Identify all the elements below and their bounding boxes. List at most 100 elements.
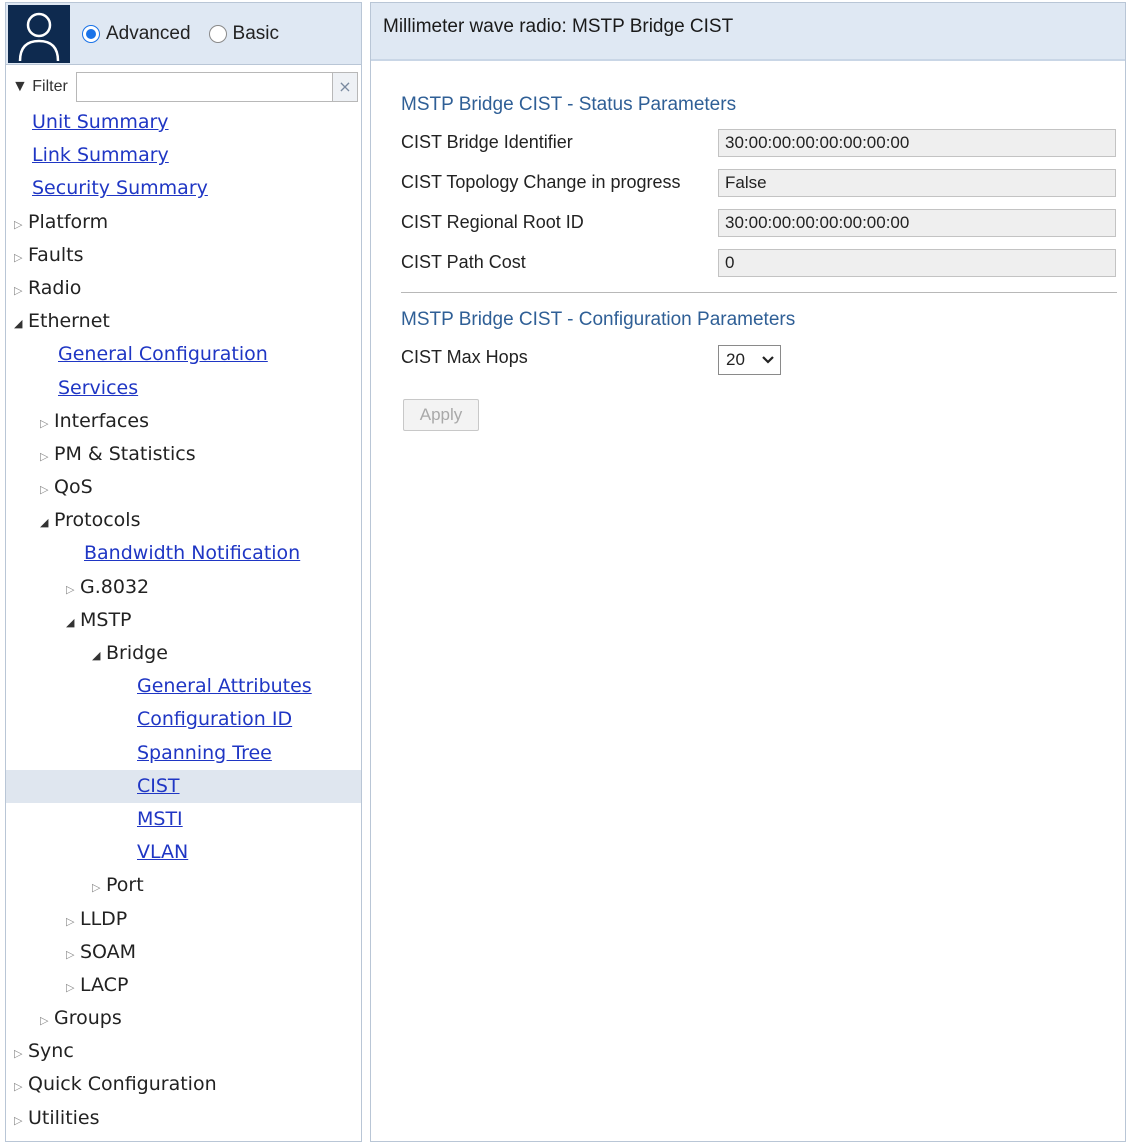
config-section-title: MSTP Bridge CIST - Configuration Paramet… xyxy=(401,309,796,330)
tree-node-pm-statistics[interactable]: ▷ PM & Statistics xyxy=(6,438,361,471)
tree-node-label: G.8032 xyxy=(80,575,150,598)
tree-node-vlan[interactable]: VLAN xyxy=(6,836,361,869)
navigation-tree: Unit Summary Link Summary Security Summary… xyxy=(6,106,361,1135)
tree-node-port[interactable]: ▷ Port xyxy=(6,869,361,902)
tree-node-protocols[interactable]: ◢ Protocols xyxy=(6,504,361,537)
tree-node-unit-summary[interactable]: Unit Summary xyxy=(6,106,361,139)
collapsed-triangle-icon[interactable]: ▷ xyxy=(14,208,28,241)
tree-link-label[interactable]: Services xyxy=(58,377,138,399)
tree-link-label[interactable]: Spanning Tree xyxy=(137,742,272,764)
collapsed-triangle-icon[interactable]: ▷ xyxy=(40,1004,54,1037)
collapsed-triangle-icon[interactable]: ▷ xyxy=(14,1037,28,1070)
expanded-triangle-icon[interactable]: ◢ xyxy=(92,639,106,672)
expanded-triangle-icon[interactable]: ◢ xyxy=(14,307,28,340)
filter-bar: ▼ Filter × xyxy=(6,70,361,104)
tree-node-label: Port xyxy=(106,874,144,897)
tree-node-qos[interactable]: ▷ QoS xyxy=(6,471,361,504)
collapsed-triangle-icon[interactable]: ▷ xyxy=(40,407,54,440)
tree-link-label[interactable]: MSTI xyxy=(137,808,183,830)
tree-node-label: Protocols xyxy=(54,509,141,532)
tree-node-lacp[interactable]: ▷ LACP xyxy=(6,969,361,1002)
tree-node-platform[interactable]: ▷ Platform xyxy=(6,206,361,239)
expanded-triangle-icon[interactable]: ◢ xyxy=(40,506,54,539)
tree-link-label[interactable]: Bandwidth Notification xyxy=(84,542,300,564)
tree-node-general-attributes[interactable]: General Attributes xyxy=(6,670,361,703)
tree-node-label: Quick Configuration xyxy=(28,1073,217,1096)
collapsed-triangle-icon[interactable]: ▷ xyxy=(92,871,106,904)
collapsed-triangle-icon[interactable]: ▷ xyxy=(14,1104,28,1137)
tree-link-label[interactable]: General Configuration xyxy=(58,343,268,365)
tree-node-ethernet[interactable]: ◢ Ethernet xyxy=(6,305,361,338)
tree-node-soam[interactable]: ▷ SOAM xyxy=(6,936,361,969)
tree-node-configuration-id[interactable]: Configuration ID xyxy=(6,703,361,736)
tree-node-label: PM & Statistics xyxy=(54,442,196,465)
expanded-triangle-icon[interactable]: ◢ xyxy=(66,606,80,639)
basic-radio[interactable] xyxy=(208,25,227,43)
tree-link-label[interactable]: General Attributes xyxy=(137,675,312,697)
content-pane: Millimeter wave radio: MSTP Bridge CIST … xyxy=(370,2,1126,1142)
collapsed-triangle-icon[interactable]: ▷ xyxy=(66,971,80,1004)
regional-root-id-field: 30:00:00:00:00:00:00:00 xyxy=(718,209,1116,237)
max-hops-select[interactable]: 20 xyxy=(718,345,781,375)
collapsed-triangle-icon[interactable]: ▷ xyxy=(14,1070,28,1103)
clear-icon[interactable]: × xyxy=(332,72,358,102)
max-hops-value: 20 xyxy=(726,350,745,369)
nav-top-bar: Advanced Basic xyxy=(6,3,361,65)
advanced-radio-label[interactable]: Advanced xyxy=(106,23,191,45)
tree-node-label: SOAM xyxy=(80,940,137,963)
tree-node-spanning-tree[interactable]: Spanning Tree xyxy=(6,737,361,770)
collapsed-triangle-icon[interactable]: ▷ xyxy=(40,473,54,506)
tree-node-sync[interactable]: ▷ Sync xyxy=(6,1035,361,1068)
tree-node-label: LLDP xyxy=(80,907,128,930)
tree-node-cist[interactable]: CIST xyxy=(6,769,361,803)
status-section-title: MSTP Bridge CIST - Status Parameters xyxy=(401,94,737,115)
section-divider xyxy=(401,292,1117,293)
tree-link-label[interactable]: VLAN xyxy=(137,841,188,863)
tree-node-msti[interactable]: MSTI xyxy=(6,803,361,836)
tree-node-lldp[interactable]: ▷ LLDP xyxy=(6,903,361,936)
bridge-identifier-field: 30:00:00:00:00:00:00:00 xyxy=(718,129,1116,157)
tree-node-mstp[interactable]: ◢ MSTP xyxy=(6,604,361,637)
max-hops-label: CIST Max Hops xyxy=(401,347,528,367)
tree-link-label[interactable]: Link Summary xyxy=(32,144,169,166)
tree-node-quick-configuration[interactable]: ▷ Quick Configuration xyxy=(6,1068,361,1101)
tree-link-label[interactable]: Configuration ID xyxy=(137,708,292,730)
collapsed-triangle-icon[interactable]: ▷ xyxy=(14,241,28,274)
tree-node-label: QoS xyxy=(54,476,93,499)
tree-node-interfaces[interactable]: ▷ Interfaces xyxy=(6,405,361,438)
tree-link-label[interactable]: CIST xyxy=(137,775,180,797)
collapsed-triangle-icon[interactable]: ▷ xyxy=(66,938,80,971)
tree-node-radio[interactable]: ▷ Radio xyxy=(6,272,361,305)
tree-node-bridge[interactable]: ◢ Bridge xyxy=(6,637,361,670)
basic-radio-label[interactable]: Basic xyxy=(233,23,279,45)
tree-node-groups[interactable]: ▷ Groups xyxy=(6,1002,361,1035)
tree-node-general-configuration[interactable]: General Configuration xyxy=(6,338,361,371)
tree-node-g-8032[interactable]: ▷ G.8032 xyxy=(6,571,361,604)
tree-node-bandwidth-notification[interactable]: Bandwidth Notification xyxy=(6,537,361,570)
topology-change-label: CIST Topology Change in progress xyxy=(401,172,681,192)
apply-button[interactable]: Apply xyxy=(403,399,479,431)
filter-label[interactable]: ▼ Filter xyxy=(12,78,68,96)
path-cost-field: 0 xyxy=(718,249,1116,277)
collapsed-triangle-icon[interactable]: ▷ xyxy=(66,905,80,938)
path-cost-label: CIST Path Cost xyxy=(401,252,526,272)
page-header: Millimeter wave radio: MSTP Bridge CIST xyxy=(371,3,1125,61)
chevron-down-icon xyxy=(762,346,774,383)
tree-node-utilities[interactable]: ▷ Utilities xyxy=(6,1102,361,1135)
tree-node-label: LACP xyxy=(80,973,129,996)
tree-node-label: Utilities xyxy=(28,1106,100,1129)
advanced-radio[interactable] xyxy=(82,25,100,43)
collapsed-triangle-icon[interactable]: ▷ xyxy=(66,573,80,606)
tree-link-label[interactable]: Security Summary xyxy=(32,177,208,199)
tree-node-services[interactable]: Services xyxy=(6,372,361,405)
tree-node-label: Ethernet xyxy=(28,310,110,333)
tree-node-faults[interactable]: ▷ Faults xyxy=(6,239,361,272)
collapsed-triangle-icon[interactable]: ▷ xyxy=(40,440,54,473)
navigation-pane: Advanced Basic ▼ Filter × Unit Summary Li… xyxy=(5,2,362,1142)
tree-link-label[interactable]: Unit Summary xyxy=(32,111,169,133)
filter-input[interactable] xyxy=(76,72,334,102)
tree-node-security-summary[interactable]: Security Summary xyxy=(6,172,361,205)
user-icon[interactable] xyxy=(8,5,70,63)
collapsed-triangle-icon[interactable]: ▷ xyxy=(14,274,28,307)
tree-node-link-summary[interactable]: Link Summary xyxy=(6,139,361,172)
